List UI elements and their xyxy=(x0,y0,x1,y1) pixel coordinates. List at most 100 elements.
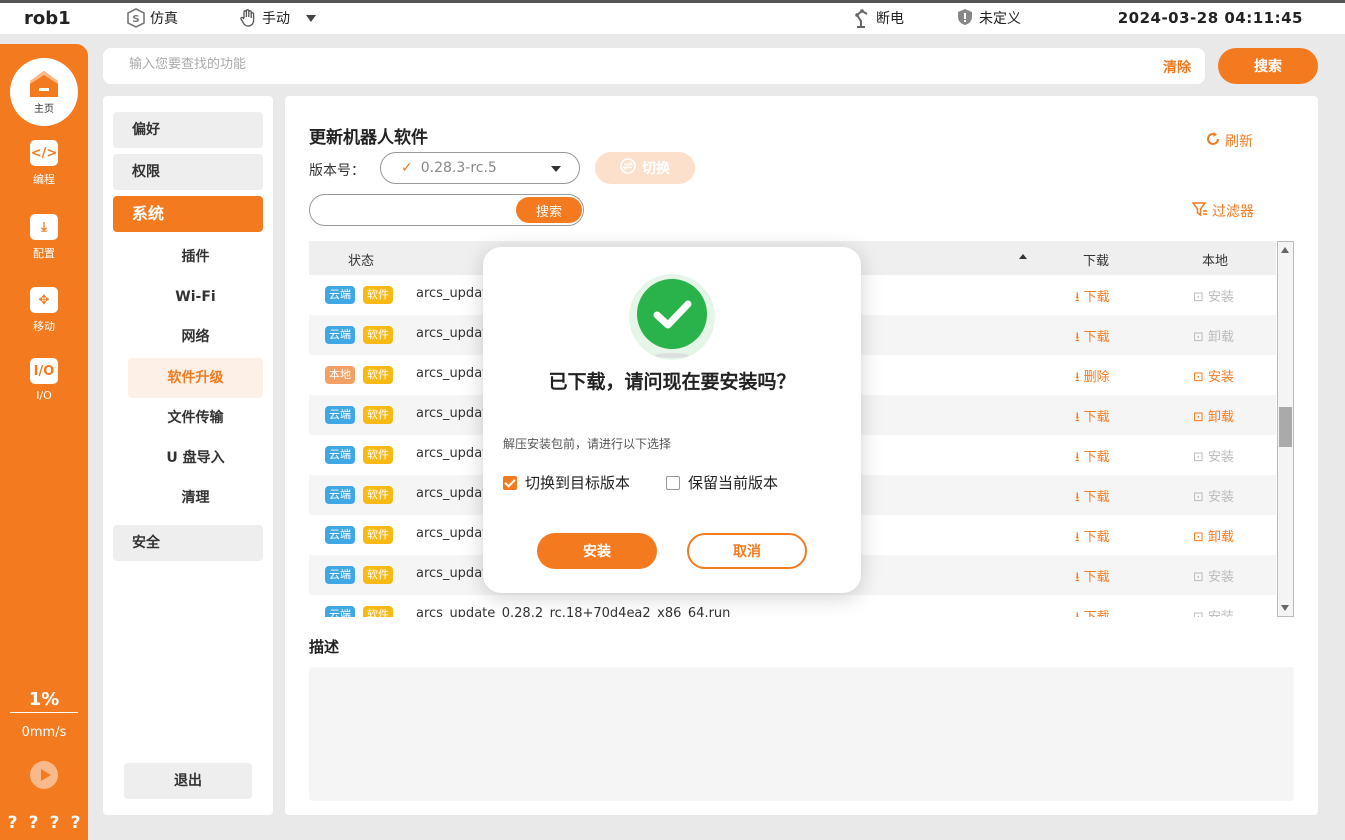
cancel-button[interactable]: 取消 xyxy=(687,533,807,569)
table-row[interactable]: 云端 软件 arcs_update_0.28.2_rc.18+70d4ea2_x86… xyxy=(309,595,1276,617)
package-name: arcs_update_0.28.2_rc.18+70d4ea2_x86_64.… xyxy=(416,606,731,617)
nav-sub-usb-import[interactable]: U 盘导入 xyxy=(128,438,263,478)
type-badge: 软件 xyxy=(363,326,393,344)
download-action[interactable]: ⭳ 下载 xyxy=(1075,286,1110,310)
type-badge: 软件 xyxy=(363,526,393,544)
local-action[interactable]: ⊡ 卸载 xyxy=(1193,406,1234,425)
local-action[interactable]: ⊡ 卸载 xyxy=(1193,526,1234,545)
swap-icon xyxy=(620,158,636,178)
local-action-label: 安装 xyxy=(1208,490,1235,505)
sort-ascending-icon[interactable] xyxy=(1019,254,1027,259)
local-action-label: 安装 xyxy=(1208,290,1235,305)
local-action[interactable]: ⊡ 安装 xyxy=(1193,606,1234,617)
download-action[interactable]: ⭳ 下载 xyxy=(1075,446,1110,470)
function-search-button[interactable]: 搜索 xyxy=(1218,48,1318,84)
dialog-title: 已下载，请问现在要安装吗？ xyxy=(548,371,796,393)
safety-status[interactable]: 未定义 xyxy=(955,8,1021,28)
clear-button[interactable]: 清除 xyxy=(1163,57,1191,77)
download-action[interactable]: ⭳ 下载 xyxy=(1075,606,1110,617)
option-keep-version[interactable]: 保留当前版本 xyxy=(666,472,778,493)
local-action[interactable]: ⊡ 安装 xyxy=(1193,446,1234,465)
source-badge: 云端 xyxy=(325,446,355,464)
table-search-field[interactable]: 搜索 xyxy=(309,194,584,226)
rail-item-label: 移动 xyxy=(33,320,55,333)
download-action[interactable]: ⭳ 下载 xyxy=(1075,566,1110,590)
install-button[interactable]: 安装 xyxy=(537,533,657,569)
type-badge: 软件 xyxy=(363,446,393,464)
nav-security[interactable]: 安全 xyxy=(113,525,263,561)
rail-item-config[interactable]: ⤓ 配置 xyxy=(0,214,88,261)
rail-item-io[interactable]: I/O I/O xyxy=(0,358,88,402)
type-badge: 软件 xyxy=(363,366,393,384)
nav-permissions[interactable]: 权限 xyxy=(113,154,263,190)
filter-button[interactable]: 过滤器 xyxy=(1191,201,1254,221)
checkbox-unchecked[interactable] xyxy=(666,475,680,490)
robot-name[interactable]: rob1 xyxy=(24,8,71,29)
settings-nav: 偏好 权限 系统 插件 Wi-Fi 网络 软件升级 文件传输 U 盘导入 清理 … xyxy=(103,96,273,815)
rail-item-move[interactable]: ✥ 移动 xyxy=(0,287,88,334)
download-action[interactable]: ⭳ 下载 xyxy=(1075,326,1110,350)
power-status[interactable]: 断电 xyxy=(852,8,904,28)
type-badge: 软件 xyxy=(363,406,393,424)
download-action[interactable]: ⭳ 下载 xyxy=(1075,406,1110,430)
play-button[interactable] xyxy=(30,761,58,789)
table-search-button[interactable]: 搜索 xyxy=(516,197,582,223)
power-status-label: 断电 xyxy=(876,11,904,27)
filter-label: 过滤器 xyxy=(1212,204,1254,220)
source-badge: 云端 xyxy=(325,526,355,544)
package-box-icon: ⊡ xyxy=(1193,570,1209,585)
scroll-down-arrow-icon[interactable] xyxy=(1281,605,1289,611)
nav-sub-plugins[interactable]: 插件 xyxy=(128,237,263,277)
rail-item-label: 编程 xyxy=(33,173,55,186)
speed-value: 0mm/s xyxy=(21,725,67,740)
option-switch-version[interactable]: 切换到目标版本 xyxy=(503,472,630,493)
local-action[interactable]: ⊡ 安装 xyxy=(1193,566,1234,585)
nav-sub-network[interactable]: 网络 xyxy=(128,317,263,357)
source-badge: 云端 xyxy=(325,406,355,424)
col-download: 下载 xyxy=(1083,254,1110,269)
package-name: arcs_updat xyxy=(416,286,488,301)
local-action-label: 卸载 xyxy=(1208,410,1235,425)
download-action[interactable]: ⭳ 下载 xyxy=(1075,486,1110,510)
home-button[interactable]: 主页 xyxy=(10,58,78,126)
switch-version-button[interactable]: 切换 xyxy=(595,152,695,184)
status-mark: ? xyxy=(49,813,60,833)
simulation-label: 仿真 xyxy=(150,11,178,27)
local-action[interactable]: ⊡ 安装 xyxy=(1193,486,1234,505)
logout-button[interactable]: 退出 xyxy=(124,763,252,799)
package-name: arcs_updat xyxy=(416,326,488,341)
nav-system[interactable]: 系统 xyxy=(113,196,263,232)
version-label: 版本号： xyxy=(309,163,365,179)
checkbox-checked[interactable] xyxy=(503,475,517,490)
refresh-icon xyxy=(1205,131,1221,151)
scroll-thumb[interactable] xyxy=(1279,407,1292,447)
local-action[interactable]: ⊡ 安装 xyxy=(1193,366,1234,385)
download-action[interactable]: ⭳ 删除 xyxy=(1075,366,1110,390)
speed-percent[interactable]: 1% xyxy=(0,689,88,710)
local-action[interactable]: ⊡ 卸载 xyxy=(1193,326,1234,345)
manual-mode-dropdown[interactable]: 手动 xyxy=(238,8,316,28)
table-scrollbar[interactable] xyxy=(1277,241,1294,617)
type-badge: 软件 xyxy=(363,486,393,504)
source-badge: 云端 xyxy=(325,606,355,617)
simulation-mode[interactable]: S 仿真 xyxy=(126,8,178,28)
nav-preferences[interactable]: 偏好 xyxy=(113,112,263,148)
local-action[interactable]: ⊡ 安装 xyxy=(1193,286,1234,305)
scroll-up-arrow-icon[interactable] xyxy=(1281,247,1289,253)
version-select[interactable]: ✓ 0.28.3-rc.5 xyxy=(380,152,580,184)
top-bar: rob1 S 仿真 手动 断电 未定义 2024-03-28 04:11:45 xyxy=(0,0,1345,34)
hand-icon xyxy=(238,8,258,28)
rail-item-programming[interactable]: </> 编程 xyxy=(0,140,88,187)
nav-sub-software-upgrade[interactable]: 软件升级 xyxy=(128,358,263,398)
package-name: arcs_updat xyxy=(416,366,488,381)
function-search-input[interactable] xyxy=(129,57,1029,72)
type-badge: 软件 xyxy=(363,566,393,584)
nav-sub-file-transfer[interactable]: 文件传输 xyxy=(128,398,263,438)
svg-text:S: S xyxy=(132,14,139,25)
nav-sub-wifi[interactable]: Wi-Fi xyxy=(128,277,263,317)
nav-sub-cleanup[interactable]: 清理 xyxy=(128,478,263,518)
refresh-button[interactable]: 刷新 xyxy=(1205,131,1253,151)
download-action[interactable]: ⭳ 下载 xyxy=(1075,526,1110,550)
home-label: 主页 xyxy=(34,103,54,115)
col-status[interactable]: 状态 xyxy=(348,250,374,269)
